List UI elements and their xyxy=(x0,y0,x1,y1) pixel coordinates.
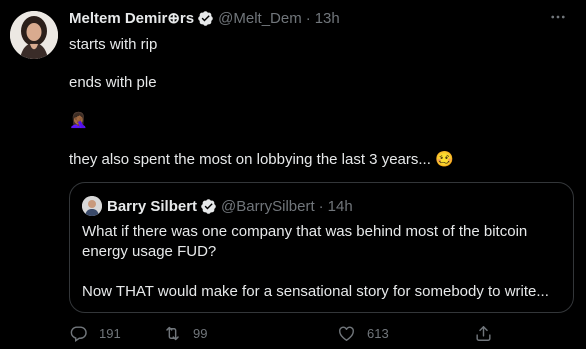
quoted-text-line: What if there was one company that was b… xyxy=(82,223,528,240)
quoted-author-name[interactable]: Barry Silbert xyxy=(107,198,197,215)
verified-badge-icon xyxy=(197,10,214,27)
tweet-header: Meltem Demir⊕rs @Melt_Dem · 13h xyxy=(69,8,340,28)
retweet-button[interactable]: 99 xyxy=(163,322,207,344)
quoted-avatar[interactable] xyxy=(82,196,102,216)
avatar[interactable] xyxy=(10,11,58,59)
quoted-handle: @BarrySilbert xyxy=(221,197,315,215)
like-button[interactable]: 613 xyxy=(337,322,389,344)
share-button[interactable] xyxy=(474,322,493,344)
more-icon[interactable] xyxy=(547,6,569,28)
like-count: 613 xyxy=(367,325,389,341)
quoted-text-line: energy usage FUD? xyxy=(82,243,217,260)
tweet-text-line: starts with rip xyxy=(69,36,158,53)
quoted-timestamp: 14h xyxy=(327,197,353,215)
tweet-text: they also spent the most on lobbying the… xyxy=(69,151,431,168)
like-icon xyxy=(339,326,354,341)
timestamp[interactable]: 13h xyxy=(315,10,340,27)
quoted-text-line: Now THAT would make for a sensational st… xyxy=(82,283,549,300)
tweet-text-line: ends with ple xyxy=(69,74,157,91)
facepalm-emoji: 🤦🏾‍♀️ xyxy=(69,112,88,129)
author-name[interactable]: Meltem Demir⊕rs xyxy=(69,9,194,27)
retweet-count: 99 xyxy=(193,325,208,341)
reply-icon xyxy=(70,325,87,342)
action-bar: 191 99 613 xyxy=(69,322,574,344)
share-icon xyxy=(476,325,491,341)
retweet-icon xyxy=(166,326,179,340)
separator-dot: · xyxy=(318,197,324,215)
quoted-header: Barry Silbert @BarrySilbert · 14h xyxy=(107,196,353,216)
author-handle[interactable]: @Melt_Dem xyxy=(218,10,302,27)
woozy-face-emoji: 🥴 xyxy=(435,151,454,168)
quoted-tweet[interactable]: Barry Silbert @BarrySilbert · 14h What i… xyxy=(69,182,574,313)
reply-count: 191 xyxy=(99,325,121,341)
reply-button[interactable]: 191 xyxy=(69,322,121,344)
separator-dot: · xyxy=(305,9,311,27)
verified-badge-icon xyxy=(200,198,217,215)
tweet-text-line: they also spent the most on lobbying the… xyxy=(69,150,454,170)
